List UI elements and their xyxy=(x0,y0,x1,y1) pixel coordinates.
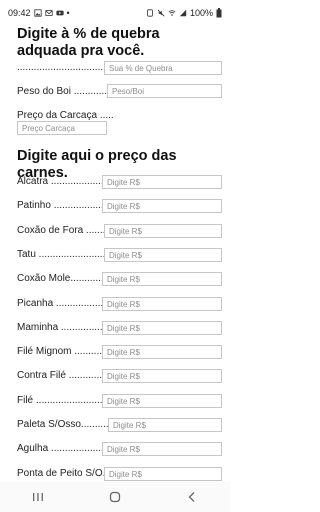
mail-icon xyxy=(44,10,53,16)
youtube-icon xyxy=(55,10,64,16)
meat-price-input[interactable]: Digite R$ xyxy=(102,199,222,213)
meat-price-input[interactable]: Digite R$ xyxy=(102,369,222,383)
alarm-icon xyxy=(147,9,153,17)
meat-price-input[interactable]: Digite R$ xyxy=(108,418,222,432)
meat-label: Coxão de Fora ......... xyxy=(17,225,111,236)
meat-price-input[interactable]: Digite R$ xyxy=(102,442,222,456)
wifi-icon xyxy=(168,10,176,16)
battery-percent: 100% xyxy=(189,8,213,18)
peso-input[interactable]: Peso/Boi xyxy=(107,84,222,98)
mute-icon xyxy=(157,9,165,17)
status-bar: 09:42 • 100% xyxy=(0,0,230,26)
gallery-icon xyxy=(33,9,42,17)
carcaca-label: Preço da Carcaça ..... xyxy=(17,110,114,121)
home-icon xyxy=(109,491,121,503)
back-icon xyxy=(188,492,195,502)
main-content[interactable]: Digite à % de quebra adquada pra você. .… xyxy=(0,26,230,482)
meat-price-input[interactable]: Digite R$ xyxy=(102,394,222,408)
meat-label: Coxão Mole............. xyxy=(17,273,107,284)
home-button[interactable] xyxy=(95,487,135,507)
peso-label: Peso do Boi .............. xyxy=(17,86,113,97)
carcaca-input[interactable]: Preço Carcaça xyxy=(17,121,107,135)
meat-label: Patinho ..................... xyxy=(17,200,113,211)
quebra-input[interactable]: Sua % de Quebra xyxy=(104,61,222,75)
quebra-section-title: Digite à % de quebra adquada pra você. xyxy=(17,26,160,59)
recent-apps-icon xyxy=(33,493,44,501)
meat-label: Tatu ............................ xyxy=(17,249,117,260)
meat-price-input[interactable]: Digite R$ xyxy=(102,297,222,311)
meat-price-input[interactable]: Digite R$ xyxy=(102,345,222,359)
meat-price-input[interactable]: Digite R$ xyxy=(104,467,222,481)
meat-price-input[interactable]: Digite R$ xyxy=(104,224,222,238)
navigation-bar xyxy=(0,482,230,512)
battery-icon xyxy=(216,8,222,18)
meat-label: Filé Mignom ............. xyxy=(17,346,111,357)
meat-price-input[interactable]: Digite R$ xyxy=(102,175,222,189)
meat-price-input[interactable]: Digite R$ xyxy=(102,321,222,335)
status-time: 09:42 xyxy=(8,8,31,18)
meat-label: Paleta S/Osso........... xyxy=(17,419,112,430)
more-notifications-icon: • xyxy=(66,8,70,18)
back-button[interactable] xyxy=(172,487,212,507)
signal-icon xyxy=(179,9,187,17)
recent-apps-button[interactable] xyxy=(18,487,58,507)
meat-label: Ponta de Peito S/O... xyxy=(17,468,111,479)
meat-label: Alcatra ...................... xyxy=(17,176,113,187)
meat-price-input[interactable]: Digite R$ xyxy=(102,272,222,286)
meat-price-input[interactable]: Digite R$ xyxy=(104,248,222,262)
meat-label: Contra Filé ................ xyxy=(17,370,114,381)
